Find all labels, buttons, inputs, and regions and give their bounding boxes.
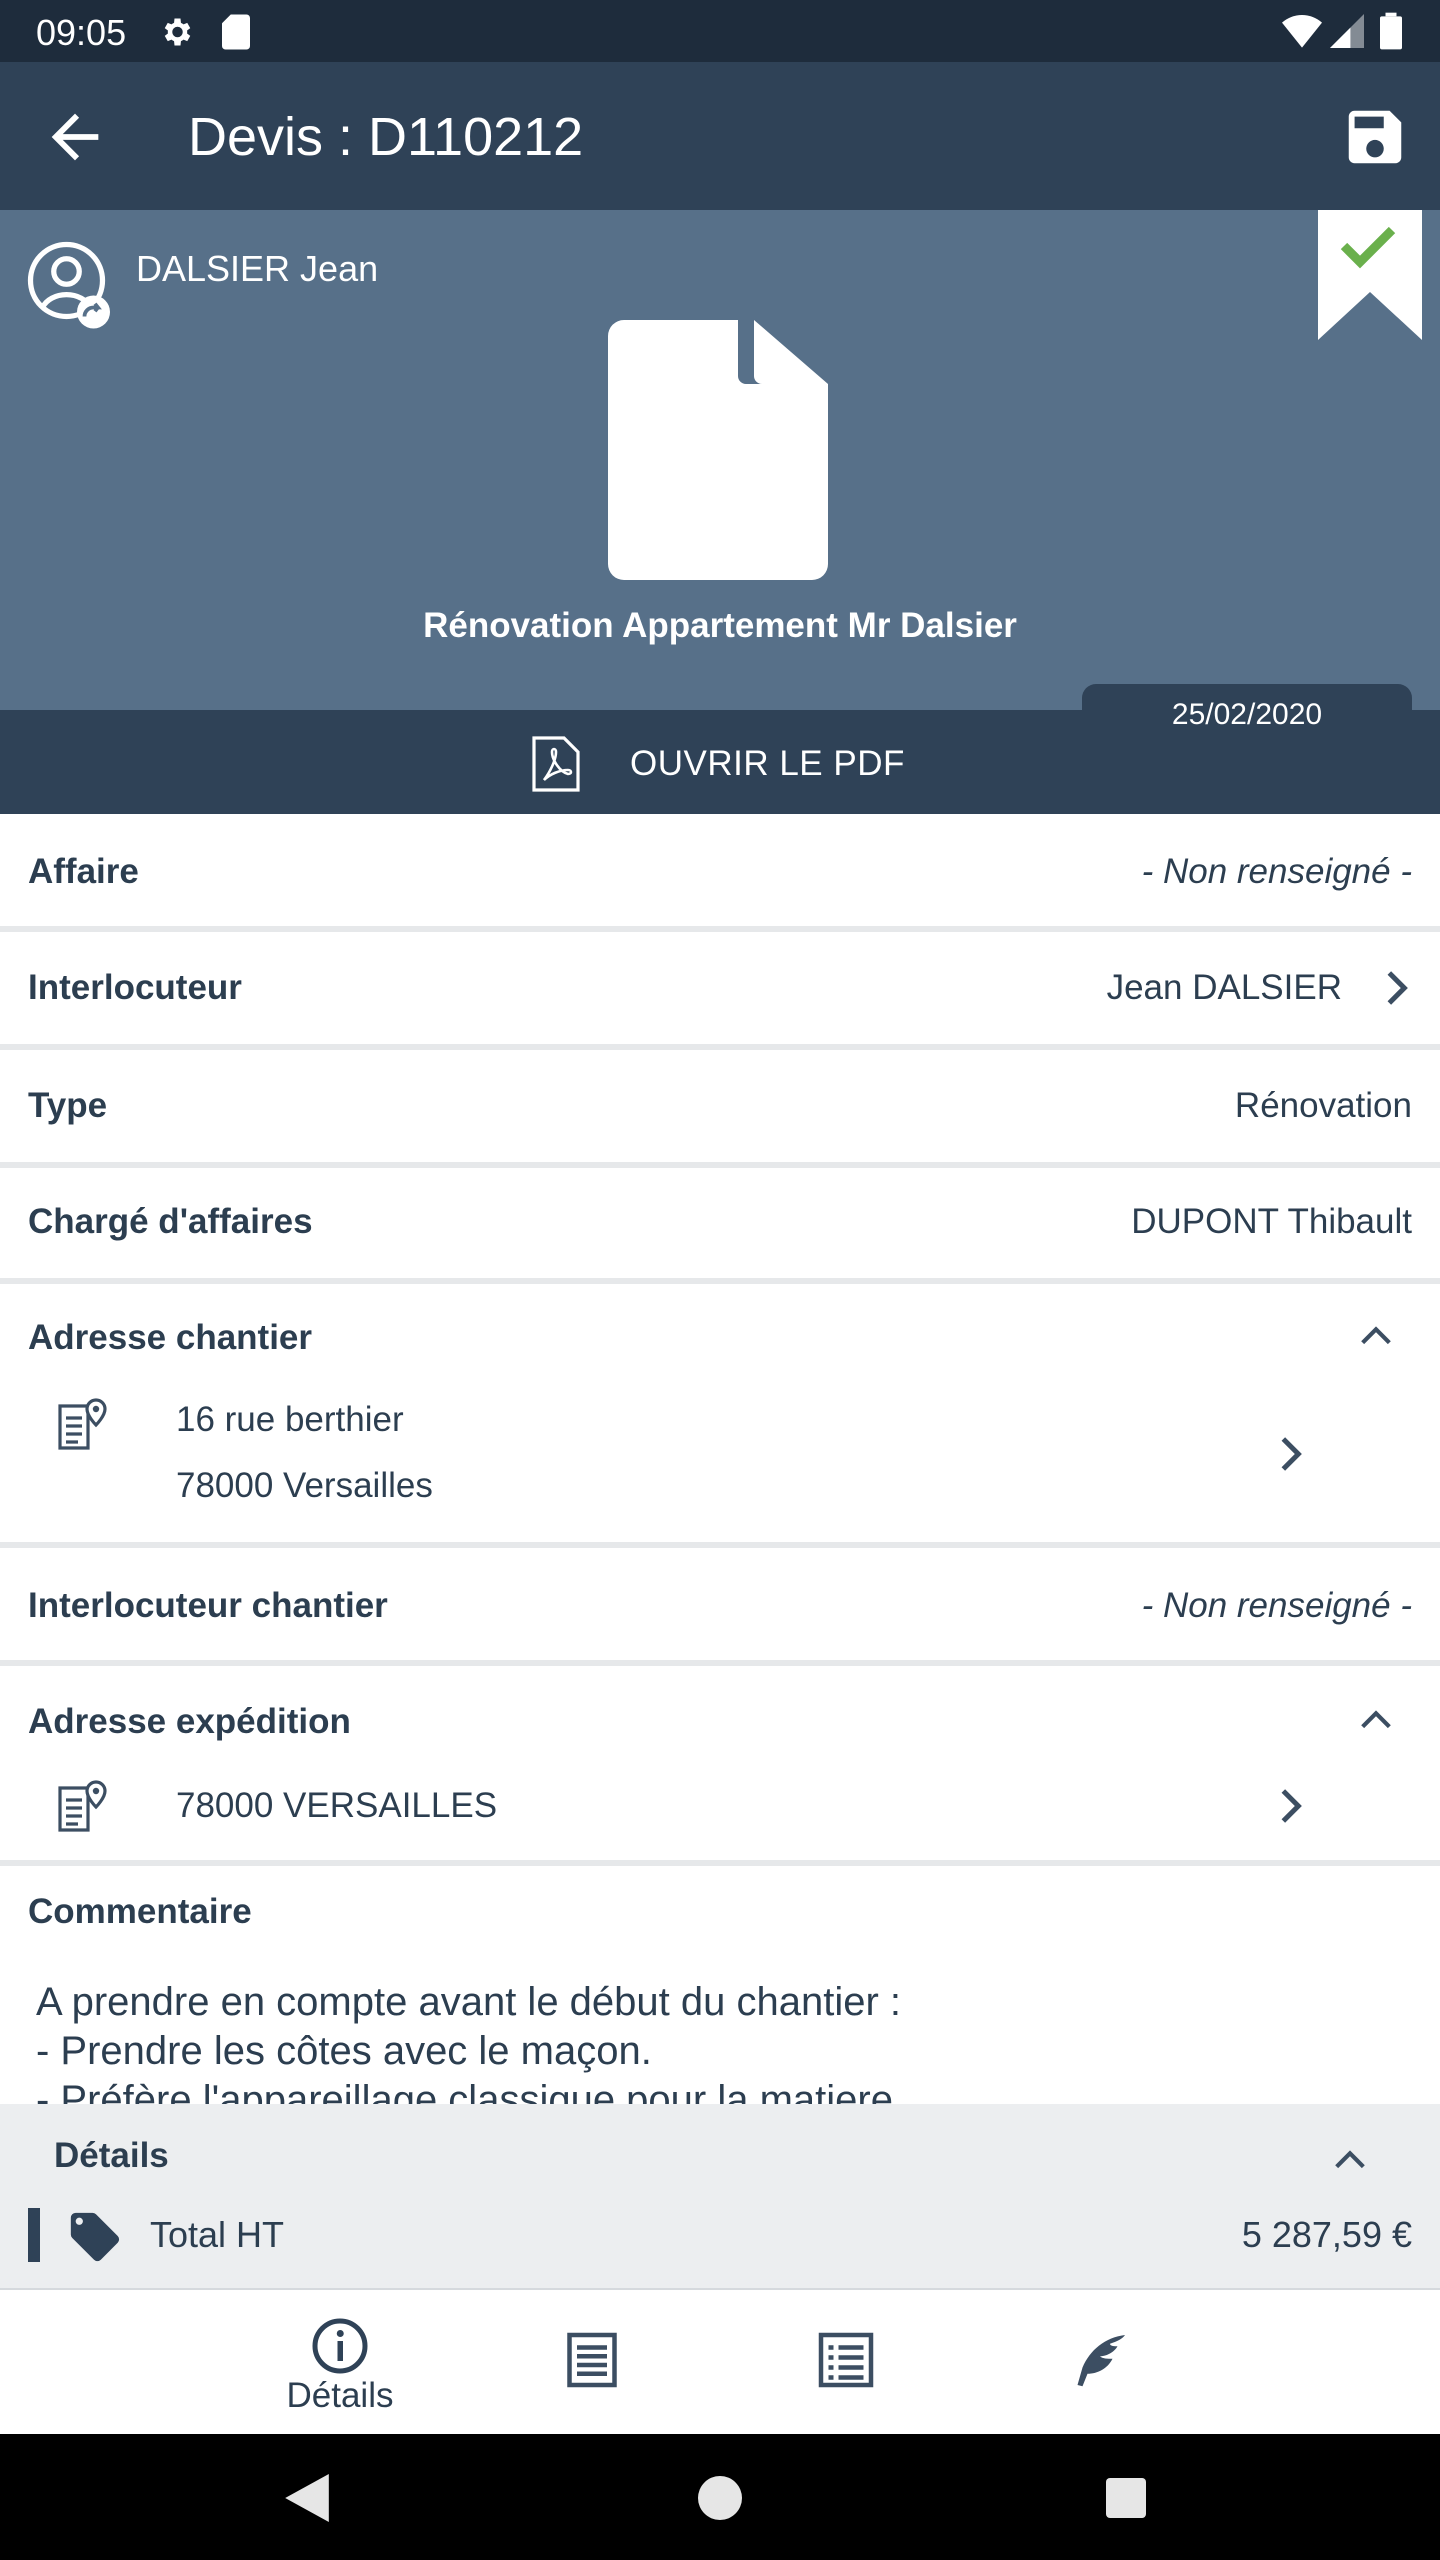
interlocuteur-row[interactable]: Interlocuteur Jean DALSIER	[0, 932, 1440, 1050]
tab-signature[interactable]	[1000, 2290, 1200, 2436]
tab-details[interactable]: Détails	[240, 2290, 440, 2436]
client-avatar-icon[interactable]	[26, 240, 116, 336]
signal-icon	[1330, 14, 1364, 48]
client-name[interactable]: DALSIER Jean	[136, 248, 378, 290]
type-row: Type Rénovation	[0, 1050, 1440, 1168]
open-pdf-bar[interactable]: 25/02/2020 OUVRIR LE PDF	[0, 684, 1440, 814]
tab-details-label: Détails	[286, 2376, 394, 2415]
interlocuteur-chantier-value: - Non renseigné -	[1141, 1586, 1412, 1625]
affaire-row: Affaire - Non renseigné -	[0, 814, 1440, 932]
comment-label: Commentaire	[28, 1892, 252, 1931]
system-recents-icon[interactable]	[1106, 2478, 1146, 2518]
system-home-icon[interactable]	[698, 2476, 742, 2520]
chevron-right-icon[interactable]	[1270, 1434, 1310, 1474]
wifi-icon	[1282, 15, 1322, 48]
details-title: Détails	[54, 2136, 169, 2175]
status-time: 09:05	[36, 12, 127, 53]
chevron-right-icon[interactable]	[1270, 1786, 1310, 1826]
comment-text: A prendre en compte avant le début du ch…	[36, 1980, 902, 2104]
list-icon	[818, 2332, 874, 2388]
page-title: Devis : D110212	[188, 107, 584, 167]
adresse-expedition-city: 78000 VERSAILLES	[176, 1786, 498, 1825]
document-lines-icon	[567, 2332, 617, 2388]
adresse-chantier-city: 78000 Versailles	[176, 1466, 433, 1505]
system-navigation-bar	[0, 2434, 1440, 2560]
info-icon	[312, 2318, 368, 2374]
chevron-up-icon[interactable]	[1330, 2140, 1370, 2180]
affaire-value: - Non renseigné -	[1141, 852, 1412, 891]
interlocuteur-chantier-label: Interlocuteur chantier	[28, 1586, 388, 1625]
price-tag-icon	[70, 2212, 120, 2262]
comment-section: Commentaire A prendre en compte avant le…	[0, 1866, 1440, 2104]
adresse-expedition-section: Adresse expédition 78000 VERSAILLES	[0, 1666, 1440, 1866]
project-title: Rénovation Appartement Mr Dalsier	[423, 606, 1017, 645]
open-pdf-button[interactable]: OUVRIR LE PDF	[630, 744, 905, 784]
chevron-right-icon[interactable]	[1376, 968, 1416, 1008]
total-ht-label: Total HT	[150, 2214, 285, 2255]
battery-icon	[1380, 12, 1402, 50]
adresse-chantier-label: Adresse chantier	[28, 1318, 313, 1357]
tab-document[interactable]	[492, 2290, 692, 2436]
adresse-chantier-street: 16 rue berthier	[176, 1400, 404, 1439]
address-book-icon	[58, 1398, 107, 1450]
quill-signature-icon	[1077, 2335, 1125, 2387]
charge-affaires-row: Chargé d'affaires DUPONT Thibault	[0, 1168, 1440, 1284]
total-ht-value: 5 287,59 €	[1241, 2214, 1412, 2255]
interlocuteur-value: Jean DALSIER	[1106, 968, 1342, 1007]
app-bar: Devis : D110212	[0, 62, 1440, 210]
type-value: Rénovation	[1234, 1086, 1412, 1125]
sd-card-icon	[222, 14, 250, 50]
status-bar: 09:05	[0, 0, 1440, 62]
interlocuteur-chantier-row: Interlocuteur chantier - Non renseigné -	[0, 1548, 1440, 1666]
adresse-expedition-label: Adresse expédition	[28, 1702, 351, 1741]
charge-affaires-label: Chargé d'affaires	[28, 1202, 313, 1241]
document-icon	[608, 320, 828, 580]
affaire-label: Affaire	[28, 852, 139, 891]
system-back-icon[interactable]	[284, 2474, 330, 2522]
chevron-up-icon[interactable]	[1356, 1700, 1396, 1740]
settings-icon	[164, 18, 191, 46]
validated-bookmark-icon	[1318, 210, 1422, 340]
chevron-up-icon[interactable]	[1356, 1316, 1396, 1356]
details-panel: Détails Total HT 5 287,59 €	[0, 2104, 1440, 2288]
quote-header: DALSIER Jean Rénovation Appartement Mr D…	[0, 210, 1440, 710]
save-icon[interactable]	[1340, 102, 1410, 172]
quote-date: 25/02/2020	[1171, 698, 1323, 731]
type-label: Type	[28, 1086, 108, 1125]
bottom-navigation: Détails	[0, 2288, 1440, 2436]
adresse-chantier-section: Adresse chantier 16 rue berthier 78000 V…	[0, 1284, 1440, 1548]
back-arrow-icon[interactable]	[40, 102, 110, 172]
pdf-file-icon	[532, 736, 580, 792]
tab-lines[interactable]	[746, 2290, 946, 2436]
date-tab: 25/02/2020	[1082, 684, 1412, 740]
total-indicator-bar	[28, 2208, 40, 2262]
interlocuteur-label: Interlocuteur	[28, 968, 242, 1007]
address-book-icon	[58, 1780, 107, 1832]
charge-affaires-value: DUPONT Thibault	[1131, 1202, 1412, 1241]
